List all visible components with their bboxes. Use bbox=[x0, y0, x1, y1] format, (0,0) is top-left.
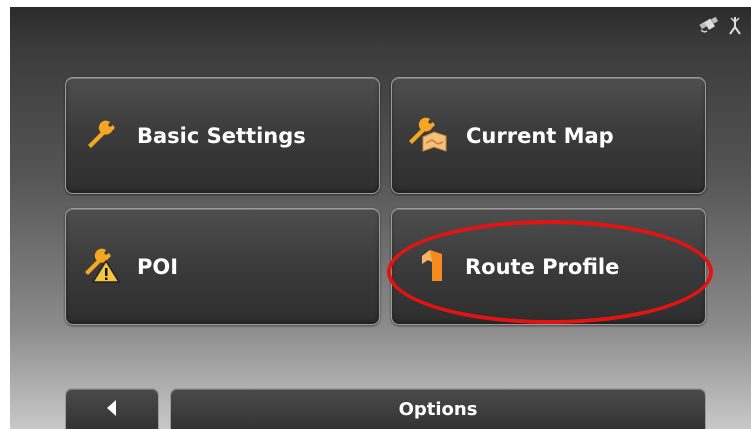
status-bar bbox=[697, 15, 743, 35]
satellite-icon bbox=[697, 16, 719, 34]
poi-settings-icon bbox=[82, 246, 122, 288]
route-profile-label: Route Profile bbox=[465, 254, 620, 279]
navigation-screen: Basic Settings Current Map POI Route Pro… bbox=[10, 7, 751, 429]
options-button[interactable]: Options bbox=[170, 388, 706, 429]
basic-settings-label: Basic Settings bbox=[137, 123, 306, 148]
gps-signal-icon bbox=[727, 15, 743, 35]
back-button[interactable] bbox=[65, 388, 159, 429]
route-profile-button[interactable]: Route Profile bbox=[391, 208, 706, 325]
poi-label: POI bbox=[137, 254, 179, 279]
poi-button[interactable]: POI bbox=[65, 208, 380, 325]
current-map-button[interactable]: Current Map bbox=[391, 77, 706, 194]
wrench-icon bbox=[84, 117, 118, 155]
back-arrow-icon bbox=[105, 399, 119, 421]
basic-settings-button[interactable]: Basic Settings bbox=[65, 77, 380, 194]
turn-arrow-icon bbox=[420, 248, 444, 286]
map-settings-icon bbox=[406, 115, 448, 157]
current-map-label: Current Map bbox=[466, 123, 614, 148]
options-label: Options bbox=[398, 399, 478, 420]
